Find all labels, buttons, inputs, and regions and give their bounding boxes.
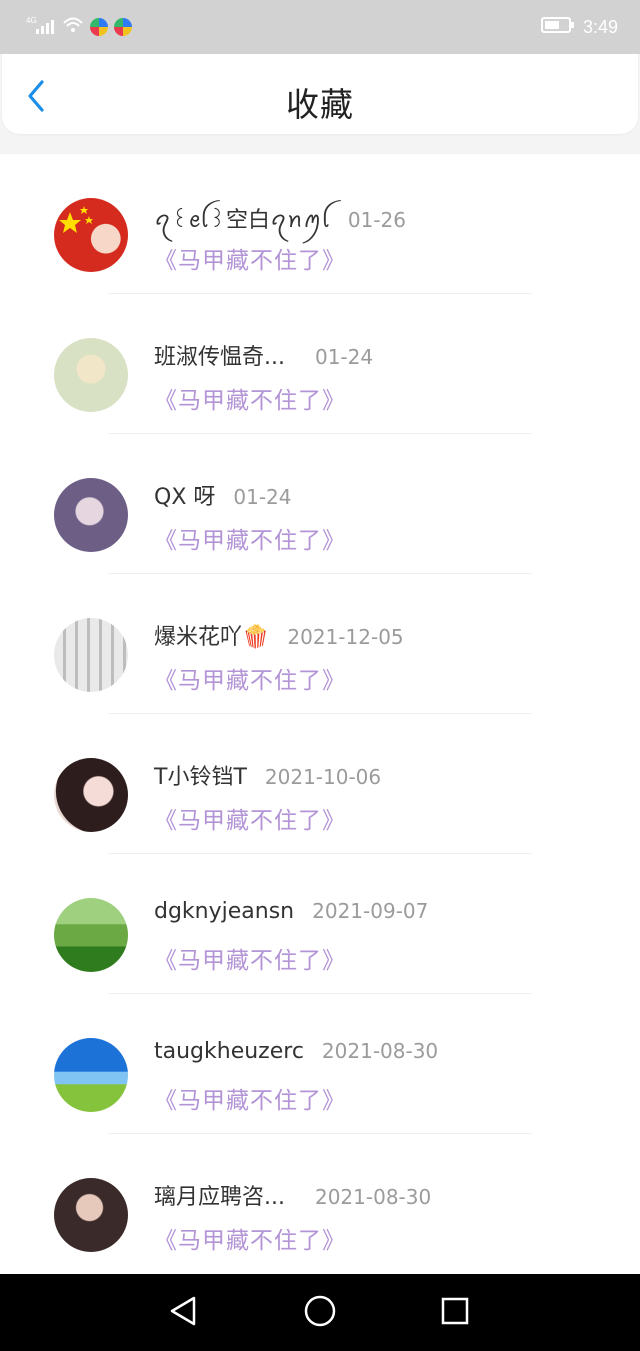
user-name: ꪖ꒰ꫀꪶ꒱空白ꪖꪀꪑꪶ <box>154 208 330 233</box>
avatar <box>54 1038 128 1112</box>
item-meta: 班淑传愠奇... 01-24 <box>154 339 373 371</box>
nav-recents-button[interactable] <box>438 1296 472 1330</box>
book-title[interactable]: 《马甲藏不住了》 <box>154 521 346 555</box>
book-title[interactable]: 《马甲藏不住了》 <box>154 241 346 275</box>
list-item[interactable]: 班淑传愠奇... 01-24 《马甲藏不住了》 <box>0 294 640 434</box>
user-name: T小铃铛T <box>154 765 247 790</box>
date-label: 2021-10-06 <box>264 765 382 789</box>
user-name: taugkheuzerc <box>154 1039 304 1064</box>
date-label: 2021-08-30 <box>314 1185 432 1209</box>
item-meta: T小铃铛T 2021-10-06 <box>154 759 381 791</box>
circle-home-icon <box>303 1294 337 1332</box>
nav-back-button[interactable] <box>166 1296 200 1330</box>
notification-app-icon <box>90 18 108 36</box>
book-title[interactable]: 《马甲藏不住了》 <box>154 381 346 415</box>
user-name: dgknyjeansn <box>154 899 295 924</box>
signal-icon: 4G <box>26 15 56 39</box>
avatar <box>54 478 128 552</box>
item-meta: taugkheuzerc 2021-08-30 <box>154 1039 438 1064</box>
system-nav-bar <box>0 1274 640 1351</box>
date-label: 2021-09-07 <box>312 899 429 923</box>
item-meta: dgknyjeansn 2021-09-07 <box>154 899 428 924</box>
user-name: 班淑传愠奇... <box>154 345 285 370</box>
avatar <box>54 1178 128 1252</box>
date-label: 01-26 <box>347 208 407 232</box>
list-item[interactable]: T小铃铛T 2021-10-06 《马甲藏不住了》 <box>0 714 640 854</box>
item-meta: QX 呀 01-24 <box>154 479 292 511</box>
list-item[interactable]: QX 呀 01-24 《马甲藏不住了》 <box>0 434 640 574</box>
user-name: QX 呀 <box>154 485 216 510</box>
date-label: 01-24 <box>233 485 292 509</box>
book-title[interactable]: 《马甲藏不住了》 <box>154 801 346 835</box>
list-item[interactable]: dgknyjeansn 2021-09-07 《马甲藏不住了》 <box>0 854 640 994</box>
list-item[interactable]: ꪖ꒰ꫀꪶ꒱空白ꪖꪀꪑꪶ 01-26 《马甲藏不住了》 <box>0 154 640 294</box>
square-recents-icon <box>440 1296 470 1330</box>
list-item[interactable]: 璃月应聘咨... 2021-08-30 《马甲藏不住了》 <box>0 1134 640 1274</box>
item-meta: 璃月应聘咨... 2021-08-30 <box>154 1179 431 1211</box>
book-title[interactable]: 《马甲藏不住了》 <box>154 941 346 975</box>
app-header: 收藏 <box>2 54 638 134</box>
user-name: 爆米花吖🍿 <box>154 625 270 650</box>
user-name: 璃月应聘咨... <box>154 1185 285 1210</box>
status-left: 4G <box>26 14 132 40</box>
book-title[interactable]: 《马甲藏不住了》 <box>154 1081 346 1115</box>
wifi-icon <box>62 15 84 39</box>
nav-home-button[interactable] <box>303 1294 337 1332</box>
book-title[interactable]: 《马甲藏不住了》 <box>154 661 346 695</box>
clock: 3:49 <box>582 16 618 37</box>
date-label: 2021-08-30 <box>321 1039 439 1063</box>
status-right: 3:49 <box>540 14 618 40</box>
item-meta: 爆米花吖🍿 2021-12-05 <box>154 619 404 651</box>
triangle-back-icon <box>168 1295 198 1331</box>
favorites-list: ꪖ꒰ꫀꪶ꒱空白ꪖꪀꪑꪶ 01-26 《马甲藏不住了》 班淑传愠奇... 01-2… <box>0 154 640 1274</box>
book-title[interactable]: 《马甲藏不住了》 <box>154 1221 346 1255</box>
avatar <box>54 898 128 972</box>
list-item[interactable]: 爆米花吖🍿 2021-12-05 《马甲藏不住了》 <box>0 574 640 714</box>
avatar <box>54 758 128 832</box>
date-label: 01-24 <box>314 345 374 369</box>
avatar <box>54 618 128 692</box>
item-meta: ꪖ꒰ꫀꪶ꒱空白ꪖꪀꪑꪶ 01-26 <box>154 199 406 245</box>
date-label: 2021-12-05 <box>287 625 404 649</box>
battery-icon <box>540 16 575 38</box>
notification-app-icon <box>114 18 132 36</box>
list-item[interactable]: taugkheuzerc 2021-08-30 《马甲藏不住了》 <box>0 994 640 1134</box>
page-title: 收藏 <box>286 85 354 124</box>
avatar <box>54 338 128 412</box>
status-bar: 4G 3:49 <box>0 0 640 54</box>
avatar <box>54 198 128 272</box>
svg-text:4G: 4G <box>26 16 37 25</box>
